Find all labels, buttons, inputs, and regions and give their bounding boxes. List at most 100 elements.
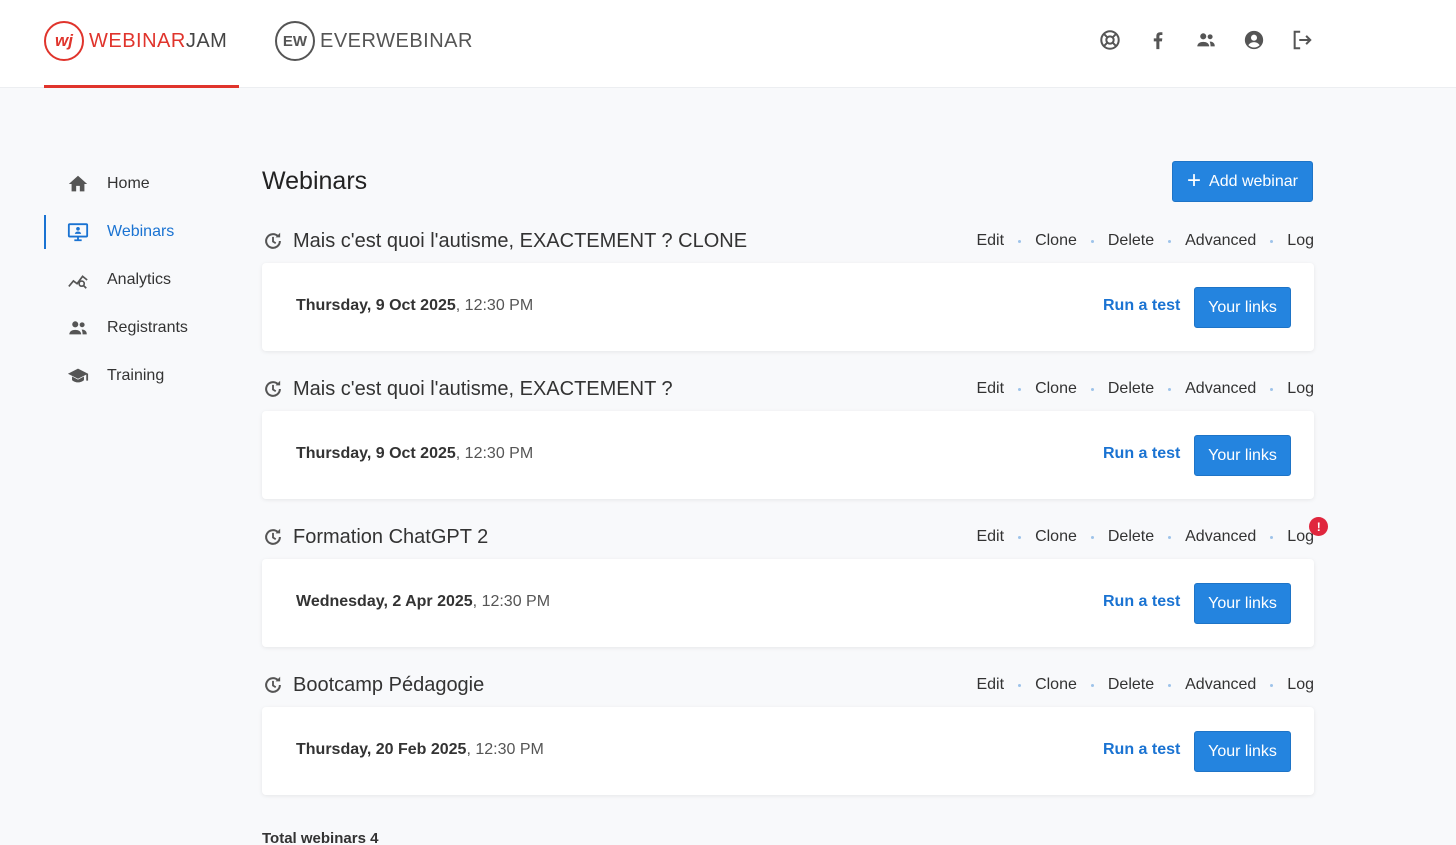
total-webinars-count: Total webinars 4	[262, 830, 379, 845]
sidebar-item-label: Home	[107, 175, 150, 192]
separator-dot	[1018, 683, 1022, 687]
webinar-item: Mais c'est quoi l'autisme, EXACTEMENT ? …	[262, 374, 1314, 499]
recurring-icon	[262, 526, 284, 548]
separator-dot	[1168, 535, 1172, 539]
clone-link[interactable]: Clone	[1035, 528, 1077, 546]
separator-dot	[1270, 535, 1274, 539]
webinar-item: Mais c'est quoi l'autisme, EXACTEMENT ? …	[262, 226, 1314, 351]
your-links-button[interactable]: Your links	[1194, 731, 1291, 772]
webinar-time: , 12:30 PM	[466, 741, 544, 758]
add-webinar-button[interactable]: + Add webinar	[1172, 161, 1313, 202]
webinar-date: Thursday, 9 Oct 2025	[296, 297, 456, 314]
webinar-header: Mais c'est quoi l'autisme, EXACTEMENT ? …	[262, 226, 1314, 256]
everwebinar-wordmark: EVERWEBINAR	[320, 29, 473, 52]
webinar-card: Thursday, 20 Feb 2025, 12:30 PM Run a te…	[262, 707, 1314, 795]
recurring-icon	[262, 378, 284, 400]
webinar-actions: Edit Clone Delete Advanced Log	[976, 670, 1314, 700]
webinarjam-logo[interactable]: wj WEBINARJAM	[44, 20, 227, 62]
separator-dot	[1090, 683, 1094, 687]
run-test-link[interactable]: Run a test	[1103, 445, 1180, 463]
edit-link[interactable]: Edit	[976, 380, 1004, 398]
webinar-title[interactable]: Formation ChatGPT 2	[293, 526, 488, 549]
edit-link[interactable]: Edit	[976, 528, 1004, 546]
add-webinar-label: Add webinar	[1209, 172, 1298, 190]
webinar-header: Formation ChatGPT 2 Edit Clone Delete Ad…	[262, 517, 1329, 552]
sidebar-item-home[interactable]: Home	[44, 160, 244, 208]
your-links-button[interactable]: Your links	[1194, 435, 1291, 476]
separator-dot	[1090, 387, 1094, 391]
logout-icon[interactable]	[1290, 28, 1314, 52]
webinar-actions: Edit Clone Delete Advanced Log!	[976, 517, 1329, 552]
separator-dot	[1090, 535, 1094, 539]
run-test-link[interactable]: Run a test	[1103, 593, 1180, 611]
separator-dot	[1168, 683, 1172, 687]
delete-link[interactable]: Delete	[1108, 232, 1154, 250]
your-links-button[interactable]: Your links	[1194, 583, 1291, 624]
webinar-card: Thursday, 9 Oct 2025, 12:30 PM Run a tes…	[262, 411, 1314, 499]
sidebar-nav: Home Webinars Analytics Registrants Trai…	[44, 160, 244, 400]
sidebar-item-registrants[interactable]: Registrants	[44, 304, 244, 352]
sidebar-item-label: Analytics	[107, 271, 172, 288]
advanced-link[interactable]: Advanced	[1185, 528, 1256, 546]
sidebar-item-training[interactable]: Training	[44, 352, 244, 400]
facebook-icon[interactable]	[1146, 28, 1170, 52]
webinar-actions: Edit Clone Delete Advanced Log	[976, 226, 1314, 256]
separator-dot	[1018, 239, 1022, 243]
webinar-title[interactable]: Mais c'est quoi l'autisme, EXACTEMENT ? …	[293, 230, 747, 253]
webinar-time: , 12:30 PM	[455, 445, 534, 462]
clone-link[interactable]: Clone	[1035, 380, 1077, 398]
edit-link[interactable]: Edit	[976, 232, 1004, 250]
clone-link[interactable]: Clone	[1035, 676, 1077, 694]
sidebar-item-label: Training	[107, 367, 165, 384]
sidebar-item-webinars[interactable]: Webinars	[44, 208, 244, 256]
sidebar-item-label: Registrants	[107, 319, 188, 336]
everwebinar-logo[interactable]: EW EVERWEBINAR	[275, 20, 473, 62]
recurring-icon	[262, 230, 284, 252]
log-link[interactable]: Log	[1287, 380, 1314, 398]
top-icon-bar	[1098, 28, 1314, 52]
delete-link[interactable]: Delete	[1108, 380, 1154, 398]
webinar-schedule: Thursday, 9 Oct 2025, 12:30 PM	[296, 445, 533, 463]
everwebinar-logo-mark: EW	[275, 21, 315, 61]
advanced-link[interactable]: Advanced	[1185, 232, 1256, 250]
account-icon[interactable]	[1242, 28, 1266, 52]
log-link[interactable]: Log	[1287, 676, 1314, 694]
advanced-link[interactable]: Advanced	[1185, 676, 1256, 694]
graduation-cap-icon	[66, 364, 90, 388]
registrants-icon	[66, 316, 90, 340]
advanced-link[interactable]: Advanced	[1185, 380, 1256, 398]
run-test-link[interactable]: Run a test	[1103, 297, 1180, 315]
plus-icon: +	[1187, 166, 1202, 194]
webinar-title[interactable]: Bootcamp Pédagogie	[293, 674, 484, 697]
log-link[interactable]: Log	[1287, 232, 1314, 250]
separator-dot	[1168, 239, 1172, 243]
recurring-icon	[262, 674, 284, 696]
edit-link[interactable]: Edit	[976, 676, 1004, 694]
support-icon[interactable]	[1098, 28, 1122, 52]
webinar-header: Mais c'est quoi l'autisme, EXACTEMENT ? …	[262, 374, 1314, 404]
webinar-time: , 12:30 PM	[472, 593, 551, 610]
separator-dot	[1018, 387, 1022, 391]
separator-dot	[1270, 683, 1274, 687]
sidebar-item-analytics[interactable]: Analytics	[44, 256, 244, 304]
community-icon[interactable]	[1194, 28, 1218, 52]
webinar-item: Formation ChatGPT 2 Edit Clone Delete Ad…	[262, 517, 1329, 647]
sidebar-item-label: Webinars	[107, 223, 175, 240]
webinar-item: Bootcamp Pédagogie Edit Clone Delete Adv…	[262, 670, 1314, 795]
separator-dot	[1090, 239, 1094, 243]
clone-link[interactable]: Clone	[1035, 232, 1077, 250]
separator-dot	[1018, 535, 1022, 539]
log-link[interactable]: Log!	[1287, 517, 1329, 546]
delete-link[interactable]: Delete	[1108, 528, 1154, 546]
run-test-link[interactable]: Run a test	[1103, 741, 1180, 759]
webinarjam-wordmark: WEBINARJAM	[89, 29, 228, 52]
webinar-card: Thursday, 9 Oct 2025, 12:30 PM Run a tes…	[262, 263, 1314, 351]
webinarjam-logo-mark: wj	[44, 21, 84, 61]
webinar-actions: Edit Clone Delete Advanced Log	[976, 374, 1314, 404]
page-title: Webinars	[262, 167, 368, 195]
your-links-button[interactable]: Your links	[1194, 287, 1291, 328]
delete-link[interactable]: Delete	[1108, 676, 1154, 694]
webinar-title[interactable]: Mais c'est quoi l'autisme, EXACTEMENT ?	[293, 378, 673, 401]
webinar-date: Thursday, 20 Feb 2025	[296, 741, 467, 758]
webinar-schedule: Thursday, 20 Feb 2025, 12:30 PM	[296, 741, 544, 759]
